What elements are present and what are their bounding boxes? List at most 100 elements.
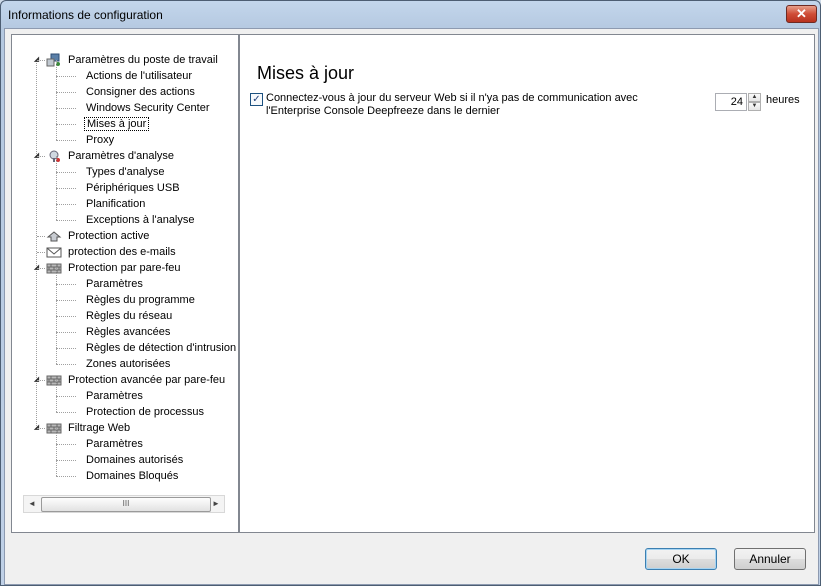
tree-connector [56, 396, 57, 412]
tree-category[interactable]: protection des e-mails [37, 244, 178, 260]
tree-item[interactable]: Règles de détection d'intrusion [56, 332, 238, 356]
tree-connector [37, 252, 45, 253]
tree-item-label: Protection de processus [86, 406, 205, 418]
tree-connector [56, 444, 57, 460]
tree-connector [56, 108, 57, 124]
tree-connector [56, 220, 76, 221]
tree-connector [56, 124, 76, 125]
scroll-right-arrow-icon[interactable]: ► [208, 496, 224, 512]
title-bar: Informations de configuration ✕ [1, 1, 820, 29]
tree-connector [56, 300, 57, 316]
firewall-icon [46, 421, 62, 435]
client-area: ◢ Paramètres du poste de travail Actions d… [4, 28, 819, 585]
tree-connector [37, 236, 45, 237]
tree-connector [56, 172, 57, 188]
scroll-left-arrow-icon[interactable]: ◄ [24, 496, 40, 512]
update-web-checkbox[interactable]: ✓ [250, 93, 263, 106]
tree-connector [56, 364, 76, 365]
tree-item[interactable]: Paramètres [56, 268, 145, 292]
workstation-icon [46, 53, 62, 67]
tree-item-label: Filtrage Web [68, 422, 131, 434]
tree-connector [37, 268, 45, 269]
config-window: Informations de configuration ✕ ◢ Paramèt… [0, 0, 821, 586]
tree-connector [56, 92, 57, 108]
scroll-thumb[interactable]: III [41, 497, 211, 512]
tree-item[interactable]: Actions de l'utilisateur [56, 60, 194, 84]
tree-item-label: Domaines Bloqués [86, 470, 179, 482]
tree-connector [56, 396, 76, 397]
settings-content: Mises à jour ✓ Connectez-vous à jour du … [239, 34, 815, 533]
tree-item-label: Types d'analyse [86, 166, 165, 178]
tree-connector [56, 316, 57, 332]
tree-item[interactable]: Périphériques USB [56, 172, 182, 196]
tree-item-label: Périphériques USB [86, 182, 180, 194]
section-title: Mises à jour [257, 63, 355, 83]
tree-item[interactable]: Domaines Bloqués [56, 460, 180, 484]
hours-unit-label: heures [766, 94, 800, 106]
tree-item[interactable]: Mises à jour [56, 108, 150, 132]
tree-item[interactable]: Types d'analyse [56, 156, 167, 180]
tree-item-label: Règles du réseau [86, 310, 173, 322]
cancel-button[interactable]: Annuler [734, 548, 806, 570]
tree-item[interactable]: Zones autorisées [56, 348, 172, 372]
tree-horizontal-scrollbar[interactable]: ◄ III ► [23, 495, 225, 513]
tree-category[interactable]: Protection active [37, 228, 151, 244]
email-icon [46, 245, 62, 259]
window-title: Informations de configuration [8, 8, 163, 22]
tree-category[interactable]: ◢ Filtrage Web [34, 420, 132, 436]
tree-item-label: Paramètres d'analyse [68, 150, 175, 162]
tree-item-label: Règles de détection d'intrusion [86, 342, 237, 354]
ok-button[interactable]: OK [645, 548, 717, 570]
tree-item-label: Protection par pare-feu [68, 262, 181, 274]
tree-item-label: Domaines autorisés [86, 454, 184, 466]
tree-item[interactable]: Paramètres [56, 428, 145, 452]
tree-connector [56, 412, 76, 413]
tree-connector [56, 348, 57, 364]
tree-connector [56, 204, 57, 220]
settings-tree: ◢ Paramètres du poste de travail Actions d… [11, 34, 239, 533]
tree-item[interactable]: Exceptions à l'analyse [56, 204, 197, 228]
tree-connector [56, 92, 76, 93]
tree-item[interactable]: Planification [56, 188, 147, 212]
hours-down-icon[interactable]: ▼ [748, 102, 761, 111]
tree-item[interactable]: Protection de processus [56, 396, 206, 420]
hours-up-icon[interactable]: ▲ [748, 93, 761, 102]
tree-category[interactable]: ◢ Paramètres du poste de travail [34, 52, 220, 68]
tree-connector [56, 284, 57, 300]
tree-connector [36, 60, 37, 428]
tree-connector [56, 348, 76, 349]
tree-item-label: Planification [86, 198, 146, 210]
tree-item[interactable]: Règles avancées [56, 316, 172, 340]
tree-connector [56, 172, 76, 173]
tree-item[interactable]: Domaines autorisés [56, 444, 185, 468]
tree-connector [56, 460, 57, 476]
tree-item[interactable]: Consigner des actions [56, 76, 197, 100]
firewall-icon [46, 261, 62, 275]
tree-item-label: Protection avancée par pare-feu [68, 374, 226, 386]
tree-connector [37, 60, 45, 61]
tree-category[interactable]: ◢ Protection par pare-feu [34, 260, 183, 276]
tree-connector [56, 300, 76, 301]
scan-icon [46, 149, 62, 163]
active-protection-icon [46, 229, 62, 243]
close-button[interactable]: ✕ [786, 5, 817, 23]
tree-item[interactable]: Paramètres [56, 380, 145, 404]
tree-connector [56, 428, 57, 444]
tree-item[interactable]: Règles du réseau [56, 300, 174, 324]
tree-connector [56, 76, 57, 92]
tree-item[interactable]: Windows Security Center [56, 92, 212, 116]
tree-connector [56, 76, 76, 77]
tree-connector [37, 156, 45, 157]
tree-category[interactable]: ◢ Protection avancée par pare-feu [34, 372, 227, 388]
tree-item-label: Actions de l'utilisateur [86, 70, 193, 82]
tree-connector [56, 460, 76, 461]
tree-item[interactable]: Proxy [56, 124, 116, 148]
tree-item-label: protection des e-mails [68, 246, 176, 258]
tree-item[interactable]: Règles du programme [56, 284, 197, 308]
tree-connector [56, 188, 57, 204]
tree-category[interactable]: ◢ Paramètres d'analyse [34, 148, 176, 164]
tree-connector [56, 140, 76, 141]
hours-input[interactable]: 24 [715, 93, 747, 111]
tree-connector [56, 444, 76, 445]
tree-connector [56, 284, 76, 285]
